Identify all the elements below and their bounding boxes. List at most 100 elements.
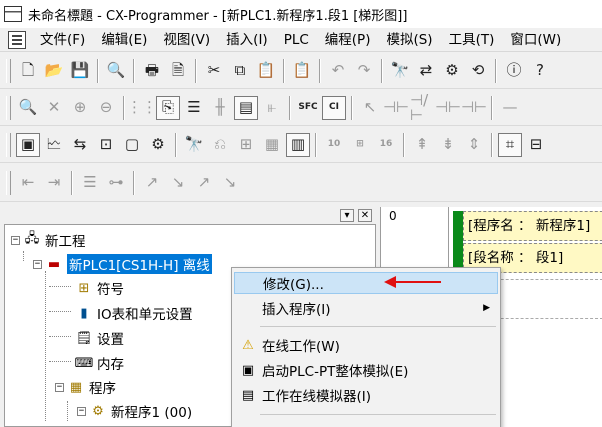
ladder-view-icon[interactable]: ▤ <box>234 95 258 120</box>
tree-item-io-table[interactable]: ▮ IO表和单元设置 <box>75 303 192 324</box>
pane-close-button[interactable]: ✕ <box>358 208 372 222</box>
rung-icon[interactable]: ╫ <box>208 96 232 120</box>
run-mode-icon[interactable]: ▢ <box>120 133 144 157</box>
print-preview-icon[interactable]: 🔍 <box>104 59 128 83</box>
horizontal-line-icon[interactable]: — <box>498 96 522 120</box>
sim-step-icon[interactable]: ↘ <box>166 171 190 195</box>
collapse-toggle[interactable]: − <box>77 406 86 416</box>
menu-edit[interactable]: 编辑(E) <box>93 29 155 51</box>
about-icon[interactable]: ⓘ <box>502 59 526 83</box>
toolbar-grip[interactable] <box>6 58 11 83</box>
display-binary-icon[interactable]: ⊞ <box>348 133 372 157</box>
document-icon[interactable] <box>8 30 26 49</box>
sim-run-icon[interactable]: ↗ <box>140 171 164 195</box>
replace-icon[interactable]: ⇄ <box>414 59 438 83</box>
menu-insert[interactable]: 插入(I) <box>218 29 276 51</box>
find-icon[interactable]: 🔭 <box>388 59 412 83</box>
ci-icon[interactable]: CI <box>322 95 346 120</box>
toolbar-separator <box>133 170 135 195</box>
tree-item-project[interactable]: − 🖧 新工程 <box>11 230 86 250</box>
transfer-icon[interactable]: ⇆ <box>68 133 92 157</box>
menu-file[interactable]: 文件(F) <box>32 29 93 51</box>
align-icon[interactable]: ☰ <box>78 171 102 195</box>
programs-icon: ▦ <box>69 379 83 395</box>
protect-icon[interactable]: ⊞ <box>234 133 258 157</box>
online-work-icon[interactable]: ▣ <box>16 132 40 157</box>
tree-item-program1[interactable]: − ⚙ 新程序1 (00) <box>77 401 192 421</box>
zoom-cross-icon[interactable]: ✕ <box>42 96 66 120</box>
save-icon[interactable]: 💾 <box>68 59 92 83</box>
redo-icon[interactable]: ↷ <box>352 59 376 83</box>
data-trace-icon[interactable]: ⌗ <box>498 132 522 157</box>
copy-icon[interactable]: ⧉ <box>228 59 252 83</box>
io-table-icon[interactable]: ▥ <box>286 132 310 157</box>
monitor-comment-icon[interactable]: ⎘ <box>156 95 180 120</box>
display-hex-icon[interactable]: 16 <box>374 133 398 157</box>
undo-icon[interactable]: ↶ <box>326 59 350 83</box>
pointer-icon[interactable]: ↖ <box>358 96 382 120</box>
contact-or-icon[interactable]: ⊣⊢ <box>435 96 461 120</box>
new-file-icon[interactable]: 🗋 <box>16 59 40 83</box>
pane-dropdown-button[interactable]: ▾ <box>340 208 354 222</box>
open-folder-icon[interactable]: 📂 <box>42 59 66 83</box>
monitor-icon[interactable]: 🗠 <box>42 133 66 157</box>
tree-item-symbols[interactable]: ⊞ 符号 <box>75 278 124 299</box>
contact-no-icon[interactable]: ⊣⊢ <box>383 96 409 120</box>
list-icon[interactable]: ☰ <box>182 96 206 120</box>
tree-item-memory[interactable]: ⌨ 内存 <box>75 353 124 374</box>
mnemonic-icon[interactable]: ⫦ <box>260 96 284 120</box>
time-chart-icon[interactable]: ⊟ <box>524 133 548 157</box>
print-icon[interactable]: 🖶 <box>140 59 164 83</box>
contact-or-nc-icon[interactable]: ⊣⊢ <box>461 96 487 120</box>
sfc-icon[interactable]: SFC <box>296 96 320 120</box>
menu-item-start-pt-simulation[interactable]: ▣ 启动PLC-PT整体模拟(E) <box>234 359 498 381</box>
menu-item-work-online[interactable]: ⚠ 在线工作(W) <box>234 334 498 356</box>
settings-icon[interactable]: ⚙ <box>146 133 170 157</box>
compare-icon[interactable]: ⎌ <box>208 133 232 157</box>
menu-tools[interactable]: 工具(T) <box>441 29 503 51</box>
sim-pause-icon[interactable]: ↗ <box>192 171 216 195</box>
tree-item-plc[interactable]: − ▬ 新PLC1[CS1H-H] 离线 <box>33 254 212 274</box>
zoom-icon[interactable]: 🔍 <box>16 96 40 120</box>
address-reference-icon[interactable]: ⟲ <box>466 59 490 83</box>
force-cancel-icon[interactable]: ⇕ <box>462 133 486 157</box>
project-pane-header: ▾ ✕ <box>4 207 376 223</box>
display-decimal-icon[interactable]: 10 <box>322 133 346 157</box>
step-icon[interactable]: ⊶ <box>104 171 128 195</box>
indent-icon[interactable]: ⇤ <box>16 171 40 195</box>
tree-item-programs[interactable]: − ▦ 程序 <box>55 377 116 397</box>
tree-item-settings[interactable]: 🗒 设置 <box>75 328 124 349</box>
cross-reference-icon[interactable]: ⚙ <box>440 59 464 83</box>
zoom-in-icon[interactable]: ⊕ <box>68 96 92 120</box>
toolbar-grip[interactable] <box>6 170 11 195</box>
preview-icon[interactable]: 🗎 <box>166 59 190 83</box>
menu-program[interactable]: 编程(P) <box>317 29 379 51</box>
menu-item-insert-program[interactable]: 插入程序(I) ▶ <box>234 297 498 319</box>
sim-stop-icon[interactable]: ↘ <box>218 171 242 195</box>
menu-item-edit[interactable]: 修改(G)... <box>234 272 498 294</box>
force-off-icon[interactable]: ⇟ <box>436 133 460 157</box>
collapse-toggle[interactable]: − <box>11 235 20 245</box>
toolbar-grip[interactable] <box>6 95 11 120</box>
grid-icon[interactable]: ⋮⋮ <box>127 96 157 120</box>
menu-view[interactable]: 视图(V) <box>155 29 218 51</box>
memory-icon[interactable]: ▦ <box>260 133 284 157</box>
toolbar-grip[interactable] <box>6 132 11 157</box>
toolbar-separator <box>381 58 383 83</box>
contact-nc-icon[interactable]: ⊣/⊢ <box>410 92 434 122</box>
collapse-toggle[interactable]: − <box>55 382 64 392</box>
menu-item-work-online-simulator[interactable]: ▤ 工作在线模拟器(I) <box>234 384 498 406</box>
menu-simulate[interactable]: 模拟(S) <box>378 29 440 51</box>
program-mode-icon[interactable]: ⊡ <box>94 133 118 157</box>
paste-special-icon[interactable]: 📋 <box>290 59 314 83</box>
outdent-icon[interactable]: ⇥ <box>42 171 66 195</box>
paste-icon[interactable]: 📋 <box>254 59 278 83</box>
binoculars-icon[interactable]: 🔭 <box>182 133 206 157</box>
zoom-out-icon[interactable]: ⊖ <box>94 96 118 120</box>
help-icon[interactable]: ? <box>528 59 552 83</box>
collapse-toggle[interactable]: − <box>33 259 42 269</box>
cut-icon[interactable]: ✂ <box>202 59 226 83</box>
menu-window[interactable]: 窗口(W) <box>502 29 569 51</box>
force-on-icon[interactable]: ⇞ <box>410 133 434 157</box>
menu-plc[interactable]: PLC <box>276 29 317 51</box>
